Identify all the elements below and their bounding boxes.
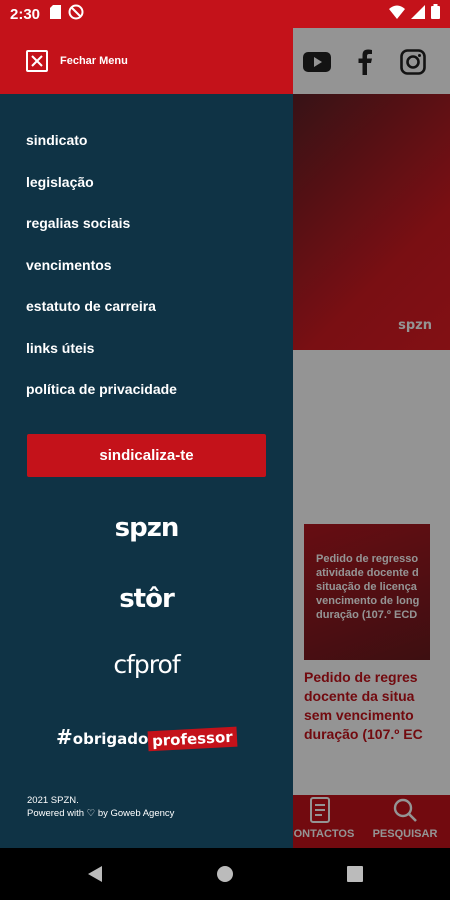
menu-item-links-uteis[interactable]: links úteis: [0, 337, 293, 379]
status-time: 2:30: [10, 5, 41, 23]
close-menu-label: Fechar Menu: [60, 55, 128, 67]
spzn-logo-text: spzn: [114, 513, 180, 543]
close-menu-button[interactable]: Fechar Menu: [0, 28, 293, 94]
professor-text: professor: [147, 726, 238, 752]
obrigado-professor-logo[interactable]: #obrigado professor: [0, 725, 293, 752]
hashtag-symbol: #: [56, 725, 73, 749]
close-icon: [26, 50, 48, 72]
sindicaliza-te-button[interactable]: sindicaliza-te: [27, 434, 266, 477]
powered-by-text[interactable]: Powered with ♡ by Goweb Agency: [27, 807, 174, 820]
no-data-icon: [68, 4, 84, 25]
menu-item-vencimentos[interactable]: vencimentos: [0, 254, 293, 296]
menu-item-estatuto-de-carreira[interactable]: estatuto de carreira: [0, 295, 293, 337]
copyright-text: 2021 SPZN.: [27, 795, 79, 806]
system-navigation-bar: [0, 848, 450, 900]
menu-item-politica-de-privacidade[interactable]: política de privacidade: [0, 378, 293, 420]
stor-logo[interactable]: stôr: [0, 584, 293, 614]
drawer-menu: sindicato legislação regalias sociais ve…: [0, 129, 293, 420]
navigation-drawer: Fechar Menu sindicato legislação regalia…: [0, 28, 293, 848]
menu-item-regalias-sociais[interactable]: regalias sociais: [0, 212, 293, 254]
cfprof-logo[interactable]: cfprof: [0, 650, 293, 679]
signal-icon: [411, 4, 425, 24]
status-bar: 2:30: [0, 0, 450, 28]
back-icon[interactable]: [85, 864, 105, 884]
menu-item-sindicato[interactable]: sindicato: [0, 129, 293, 171]
battery-icon: [431, 4, 440, 24]
obrigado-text: obrigado: [72, 730, 149, 748]
cfprof-logo-text: cfprof: [113, 650, 180, 679]
wifi-icon: [389, 5, 405, 24]
spzn-logo[interactable]: spzn: [0, 513, 293, 543]
menu-item-legislacao[interactable]: legislação: [0, 171, 293, 213]
recents-icon[interactable]: [345, 864, 365, 884]
stor-logo-text: stôr: [119, 584, 175, 614]
sd-card-icon: [50, 4, 62, 24]
home-icon[interactable]: [215, 864, 235, 884]
drawer-footer: 2021 SPZN. Powered with ♡ by Goweb Agenc…: [27, 794, 174, 820]
